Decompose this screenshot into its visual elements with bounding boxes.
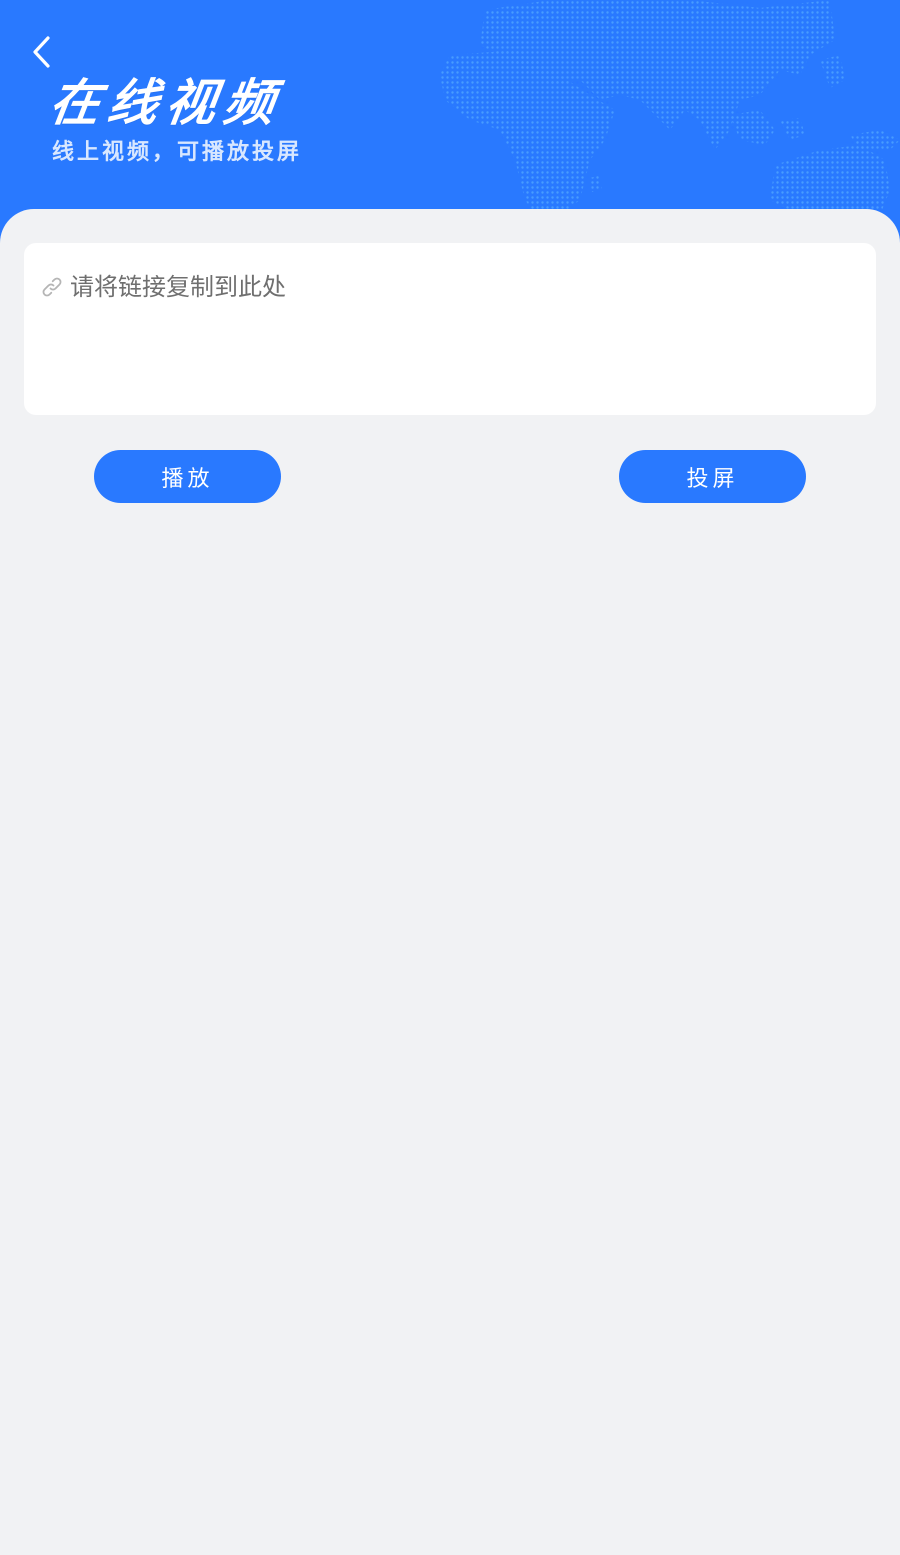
- cast-button[interactable]: 投屏: [619, 450, 806, 503]
- url-input-card: [24, 243, 876, 415]
- page-title: 在线视频: [45, 74, 287, 132]
- online-video-page: 在线视频 线上视频，可播放投屏 播放 投屏: [0, 0, 900, 1555]
- back-button[interactable]: [22, 30, 62, 74]
- play-button-label: 播放: [161, 466, 214, 492]
- chevron-left-icon: [33, 36, 50, 68]
- world-map-decoration: [440, 0, 900, 220]
- url-input[interactable]: [70, 265, 860, 395]
- cast-button-label: 投屏: [686, 466, 739, 492]
- link-icon: [42, 277, 62, 297]
- page-subtitle: 线上视频，可播放投屏: [52, 140, 303, 165]
- content-area: 播放 投屏: [0, 209, 900, 1555]
- play-button[interactable]: 播放: [94, 450, 281, 503]
